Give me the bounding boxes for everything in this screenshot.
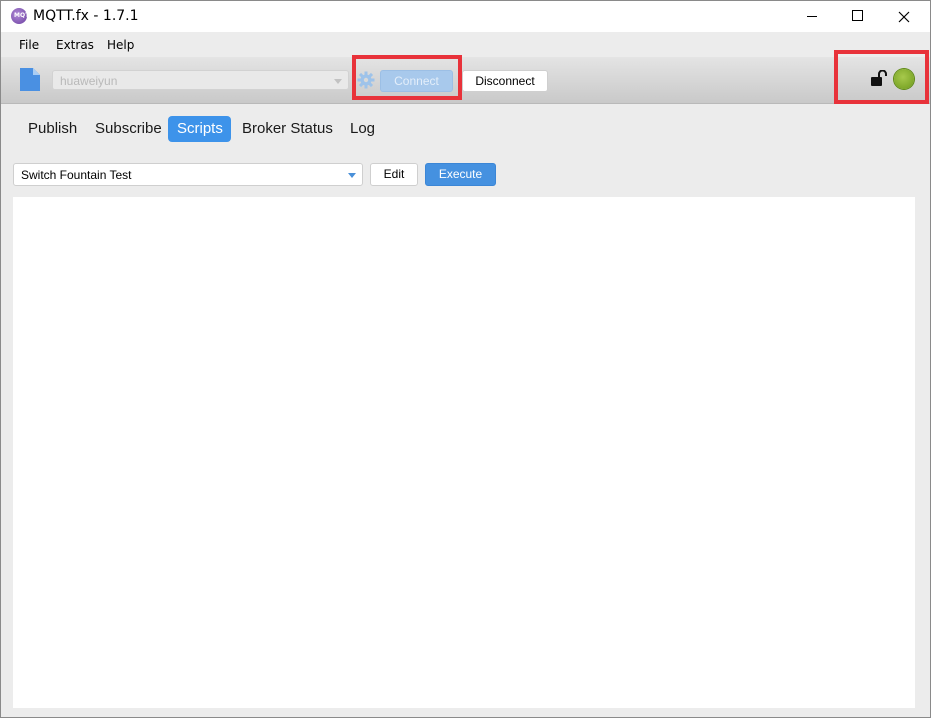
tab-subscribe[interactable]: Subscribe [86, 116, 171, 142]
document-icon[interactable] [20, 68, 40, 91]
tab-scripts[interactable]: Scripts [168, 116, 231, 142]
tab-publish[interactable]: Publish [19, 116, 86, 142]
connection-toolbar: huaweiyun Connect Disconnect [1, 57, 930, 104]
edit-button[interactable]: Edit [370, 163, 418, 186]
execute-button[interactable]: Execute [425, 163, 496, 186]
window-title: MQTT.fx - 1.7.1 [33, 8, 139, 24]
script-select[interactable]: Switch Fountain Test [13, 163, 363, 186]
disconnect-button[interactable]: Disconnect [462, 70, 548, 92]
menu-help[interactable]: Help [107, 38, 134, 52]
menu-file[interactable]: File [19, 38, 39, 52]
connect-highlight-box [352, 55, 462, 100]
connection-profile-select[interactable]: huaweiyun [52, 70, 349, 90]
close-icon [898, 11, 910, 23]
title-bar: MQTT MQTT.fx - 1.7.1 [1, 1, 930, 32]
connection-profile-value: huaweiyun [60, 74, 118, 88]
tab-broker-status[interactable]: Broker Status [233, 116, 342, 142]
script-select-value: Switch Fountain Test [21, 168, 132, 182]
script-output-area[interactable] [13, 197, 915, 708]
tab-log[interactable]: Log [341, 116, 384, 142]
close-button[interactable] [881, 1, 927, 32]
mqtt-app-icon: MQTT [11, 8, 33, 24]
menu-bar: File Extras Help [1, 32, 930, 57]
menu-extras[interactable]: Extras [56, 38, 94, 52]
app-window: MQTT MQTT.fx - 1.7.1 File Extras Help hu… [0, 0, 931, 718]
unlocked-lock-icon [871, 70, 887, 86]
maximize-button[interactable] [835, 1, 881, 32]
minimize-button[interactable] [789, 1, 835, 32]
connection-status-indicator [894, 69, 914, 89]
chevron-down-icon [348, 173, 356, 178]
chevron-down-icon [334, 79, 342, 84]
